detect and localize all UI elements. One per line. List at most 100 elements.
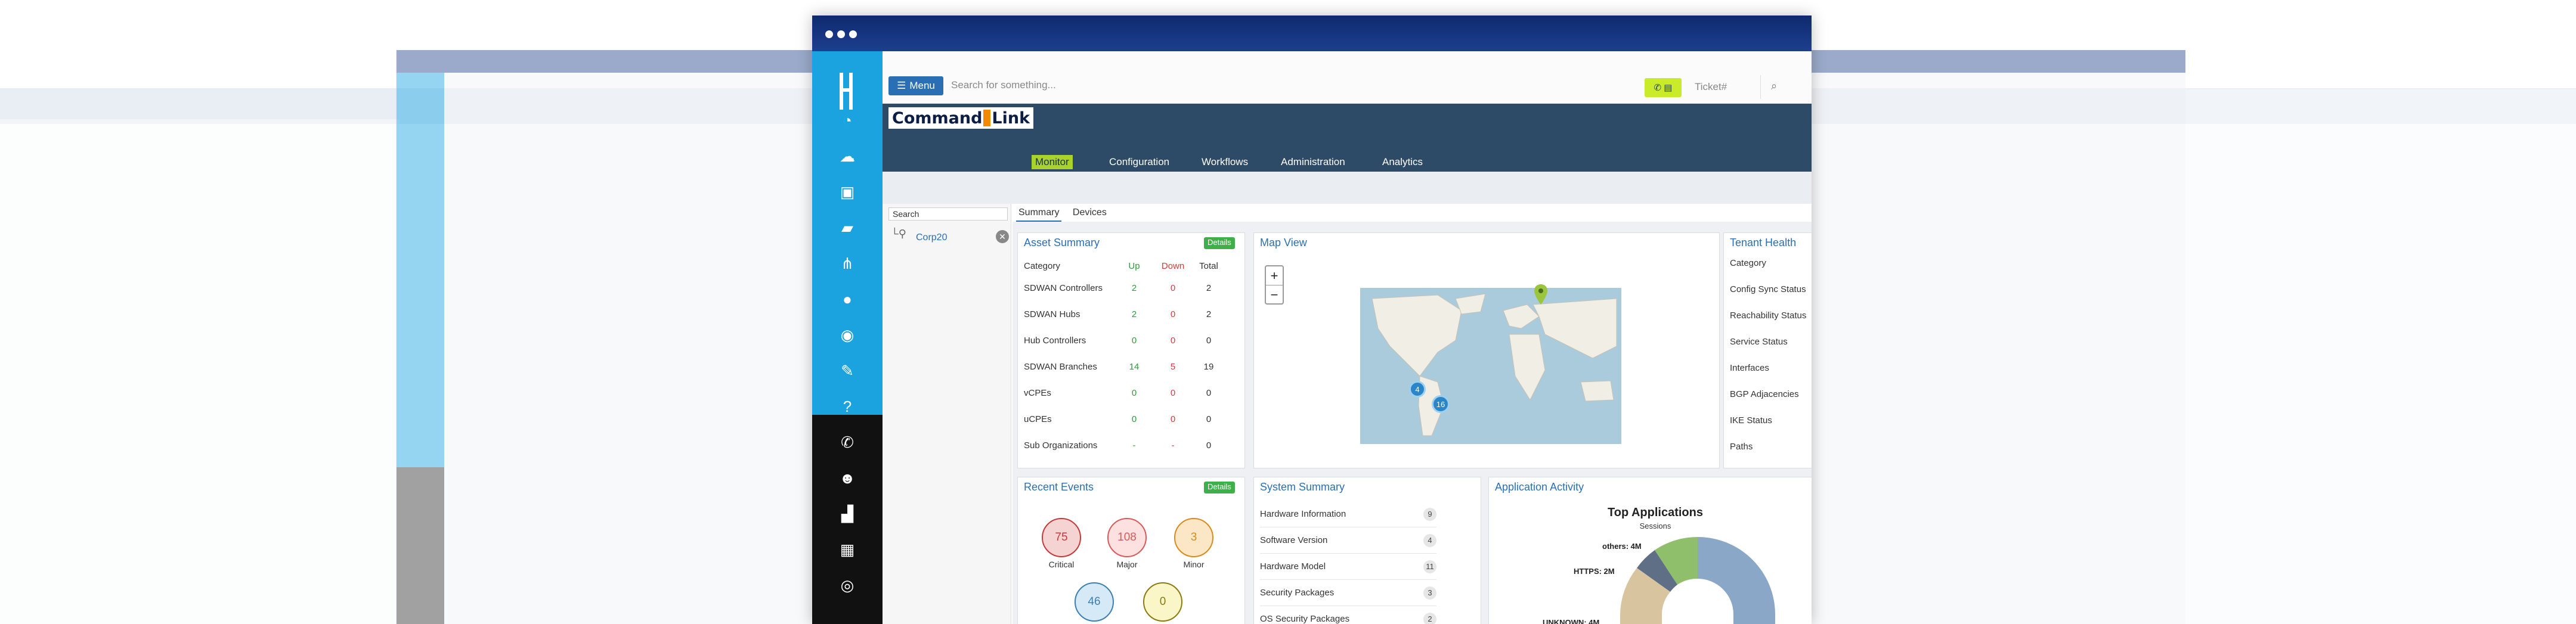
tenant-health-item[interactable]: Interfaces — [1730, 363, 1769, 373]
org-tree-pane: Search └⚲ Corp20 ✕ — [883, 204, 1011, 624]
menu-button-label: Menu — [909, 80, 935, 91]
phone-icon[interactable]: ✆ — [838, 433, 857, 452]
tenant-health-item[interactable]: IKE Status — [1730, 415, 1772, 426]
pencil-icon[interactable]: ✎ — [838, 361, 857, 380]
list-item[interactable]: OS Security Packages 2 — [1260, 606, 1436, 624]
nav-configuration[interactable]: Configuration — [1109, 156, 1169, 168]
menu-button[interactable]: ☰ Menu — [888, 76, 943, 95]
analytics-icon[interactable]: ▟ — [838, 504, 857, 523]
table-row[interactable]: uCPEs 0 0 0 — [1024, 406, 1227, 432]
count-badge: 11 — [1423, 560, 1436, 573]
zoom-out-button[interactable]: − — [1266, 285, 1283, 304]
count-badge: 2 — [1423, 612, 1436, 624]
table-cell: 0 — [1131, 335, 1137, 346]
window-dot[interactable] — [849, 30, 857, 38]
table-cell: 0 — [1206, 335, 1212, 346]
table-cell: 0 — [1206, 440, 1212, 451]
asset-details-button[interactable]: Details — [1204, 237, 1235, 249]
tenant-health-item[interactable]: Reachability Status — [1730, 311, 1806, 321]
table-cell: - — [1171, 440, 1175, 451]
tenant-health-item[interactable]: Service Status — [1730, 337, 1788, 347]
close-icon[interactable]: ✕ — [996, 230, 1009, 243]
chart-icon[interactable]: ▣ — [838, 182, 857, 201]
window-dot[interactable] — [825, 30, 833, 38]
nav-administration[interactable]: Administration — [1281, 156, 1345, 168]
help-icon[interactable]: ? — [838, 397, 857, 416]
map-pin-icon[interactable] — [1534, 284, 1547, 305]
table-cell: 0 — [1131, 414, 1137, 424]
world-map[interactable]: + − 4 16 — [1259, 257, 1716, 451]
tenant-health-item[interactable]: Paths — [1730, 442, 1753, 452]
table-cell: 0 — [1170, 414, 1176, 424]
logo-text-right: Link — [992, 108, 1030, 128]
table-row[interactable]: vCPEs 0 0 0 — [1024, 380, 1227, 406]
donut-slice[interactable] — [1698, 537, 1775, 624]
top-applications-donut[interactable] — [1620, 537, 1775, 624]
global-search-input[interactable]: Search for something... — [951, 79, 1056, 91]
tree-search-input[interactable]: Search — [888, 207, 1008, 221]
map-cluster-marker[interactable]: 16 — [1432, 395, 1450, 413]
event-count-badge[interactable]: 46 — [1075, 582, 1114, 622]
top-bar: ☰ Menu Search for something... ✆ ▤ Ticke… — [883, 51, 1812, 104]
header-up: Up — [1128, 260, 1140, 271]
call-button[interactable]: ✆ ▤ — [1645, 78, 1682, 97]
donut-label: UNKNOWN: 4M — [1543, 618, 1600, 624]
tab-devices[interactable]: Devices — [1070, 205, 1109, 221]
table-row[interactable]: Sub Organizations - - 0 — [1024, 432, 1227, 458]
table-cell: 14 — [1129, 361, 1140, 372]
briefcase-icon[interactable]: ▰ — [838, 218, 857, 237]
table-row[interactable]: SDWAN Hubs 2 0 2 — [1024, 301, 1227, 327]
nav-workflows[interactable]: Workflows — [1202, 156, 1248, 168]
list-item[interactable]: Security Packages 3 — [1260, 580, 1436, 606]
support-icon[interactable]: ☻ — [838, 468, 857, 488]
list-item[interactable]: Hardware Model 11 — [1260, 554, 1436, 580]
nav-monitor[interactable]: Monitor — [1032, 155, 1073, 169]
system-summary-label: Hardware Information — [1260, 509, 1346, 519]
events-details-button[interactable]: Details — [1204, 482, 1235, 493]
table-cell: 5 — [1170, 361, 1176, 372]
count-badge: 4 — [1423, 533, 1436, 547]
divider — [1760, 75, 1761, 99]
user-icon[interactable]: ◉ — [838, 325, 857, 344]
table-row[interactable]: SDWAN Branches 14 5 19 — [1024, 353, 1227, 380]
zoom-in-button[interactable]: + — [1266, 266, 1283, 285]
asset-summary-title: Asset Summary — [1024, 237, 1100, 249]
logo-text-left: Command — [892, 108, 983, 128]
nav-analytics[interactable]: Analytics — [1382, 156, 1423, 168]
window-dot[interactable] — [837, 30, 845, 38]
application-activity-title: Application Activity — [1495, 481, 1584, 493]
tree-item-corp20[interactable]: Corp20 — [916, 232, 947, 243]
table-cell: SDWAN Controllers — [1024, 282, 1103, 293]
tenant-health-item[interactable]: BGP Adjacencies — [1730, 389, 1799, 399]
apps-icon[interactable]: ▦ — [838, 540, 857, 559]
cloud-icon[interactable]: ☁ — [838, 147, 857, 166]
dashboard-icon[interactable]: ◔ — [838, 111, 857, 130]
table-cell: Sub Organizations — [1024, 440, 1098, 451]
system-summary-label: Hardware Model — [1260, 561, 1326, 572]
event-count-badge[interactable]: 108 — [1107, 518, 1147, 557]
system-summary-label: OS Security Packages — [1260, 614, 1350, 624]
table-cell: 0 — [1170, 387, 1176, 398]
tab-summary[interactable]: Summary — [1016, 205, 1062, 222]
search-icon[interactable]: ⌕ — [1771, 80, 1777, 92]
tenant-health-item[interactable]: Config Sync Status — [1730, 284, 1806, 294]
table-cell: uCPEs — [1024, 414, 1052, 424]
table-cell: Hub Controllers — [1024, 335, 1086, 346]
event-count-badge[interactable]: 3 — [1174, 518, 1213, 557]
table-row[interactable]: SDWAN Controllers 2 0 2 — [1024, 275, 1227, 301]
commandlink-logo[interactable]: Command Link — [888, 107, 1034, 129]
list-item[interactable]: Hardware Information 9 — [1260, 501, 1436, 527]
event-label: Critical — [1048, 560, 1075, 569]
map-view-card: Map View + − 4 16 — [1253, 232, 1720, 468]
ticket-input[interactable]: Ticket# — [1695, 81, 1727, 93]
table-row[interactable]: Hub Controllers 0 0 0 — [1024, 327, 1227, 353]
event-count-badge[interactable]: 75 — [1042, 518, 1081, 557]
share-icon[interactable]: ⋔ — [838, 254, 857, 273]
world-map-graphic — [1360, 288, 1621, 444]
list-item[interactable]: Software Version 4 — [1260, 527, 1436, 554]
map-cluster-marker[interactable]: 4 — [1409, 381, 1426, 398]
event-label: Major — [1116, 560, 1138, 569]
event-count-badge[interactable]: 0 — [1143, 582, 1182, 622]
account-icon[interactable]: ◎ — [838, 576, 857, 595]
location-icon[interactable]: ● — [838, 290, 857, 309]
